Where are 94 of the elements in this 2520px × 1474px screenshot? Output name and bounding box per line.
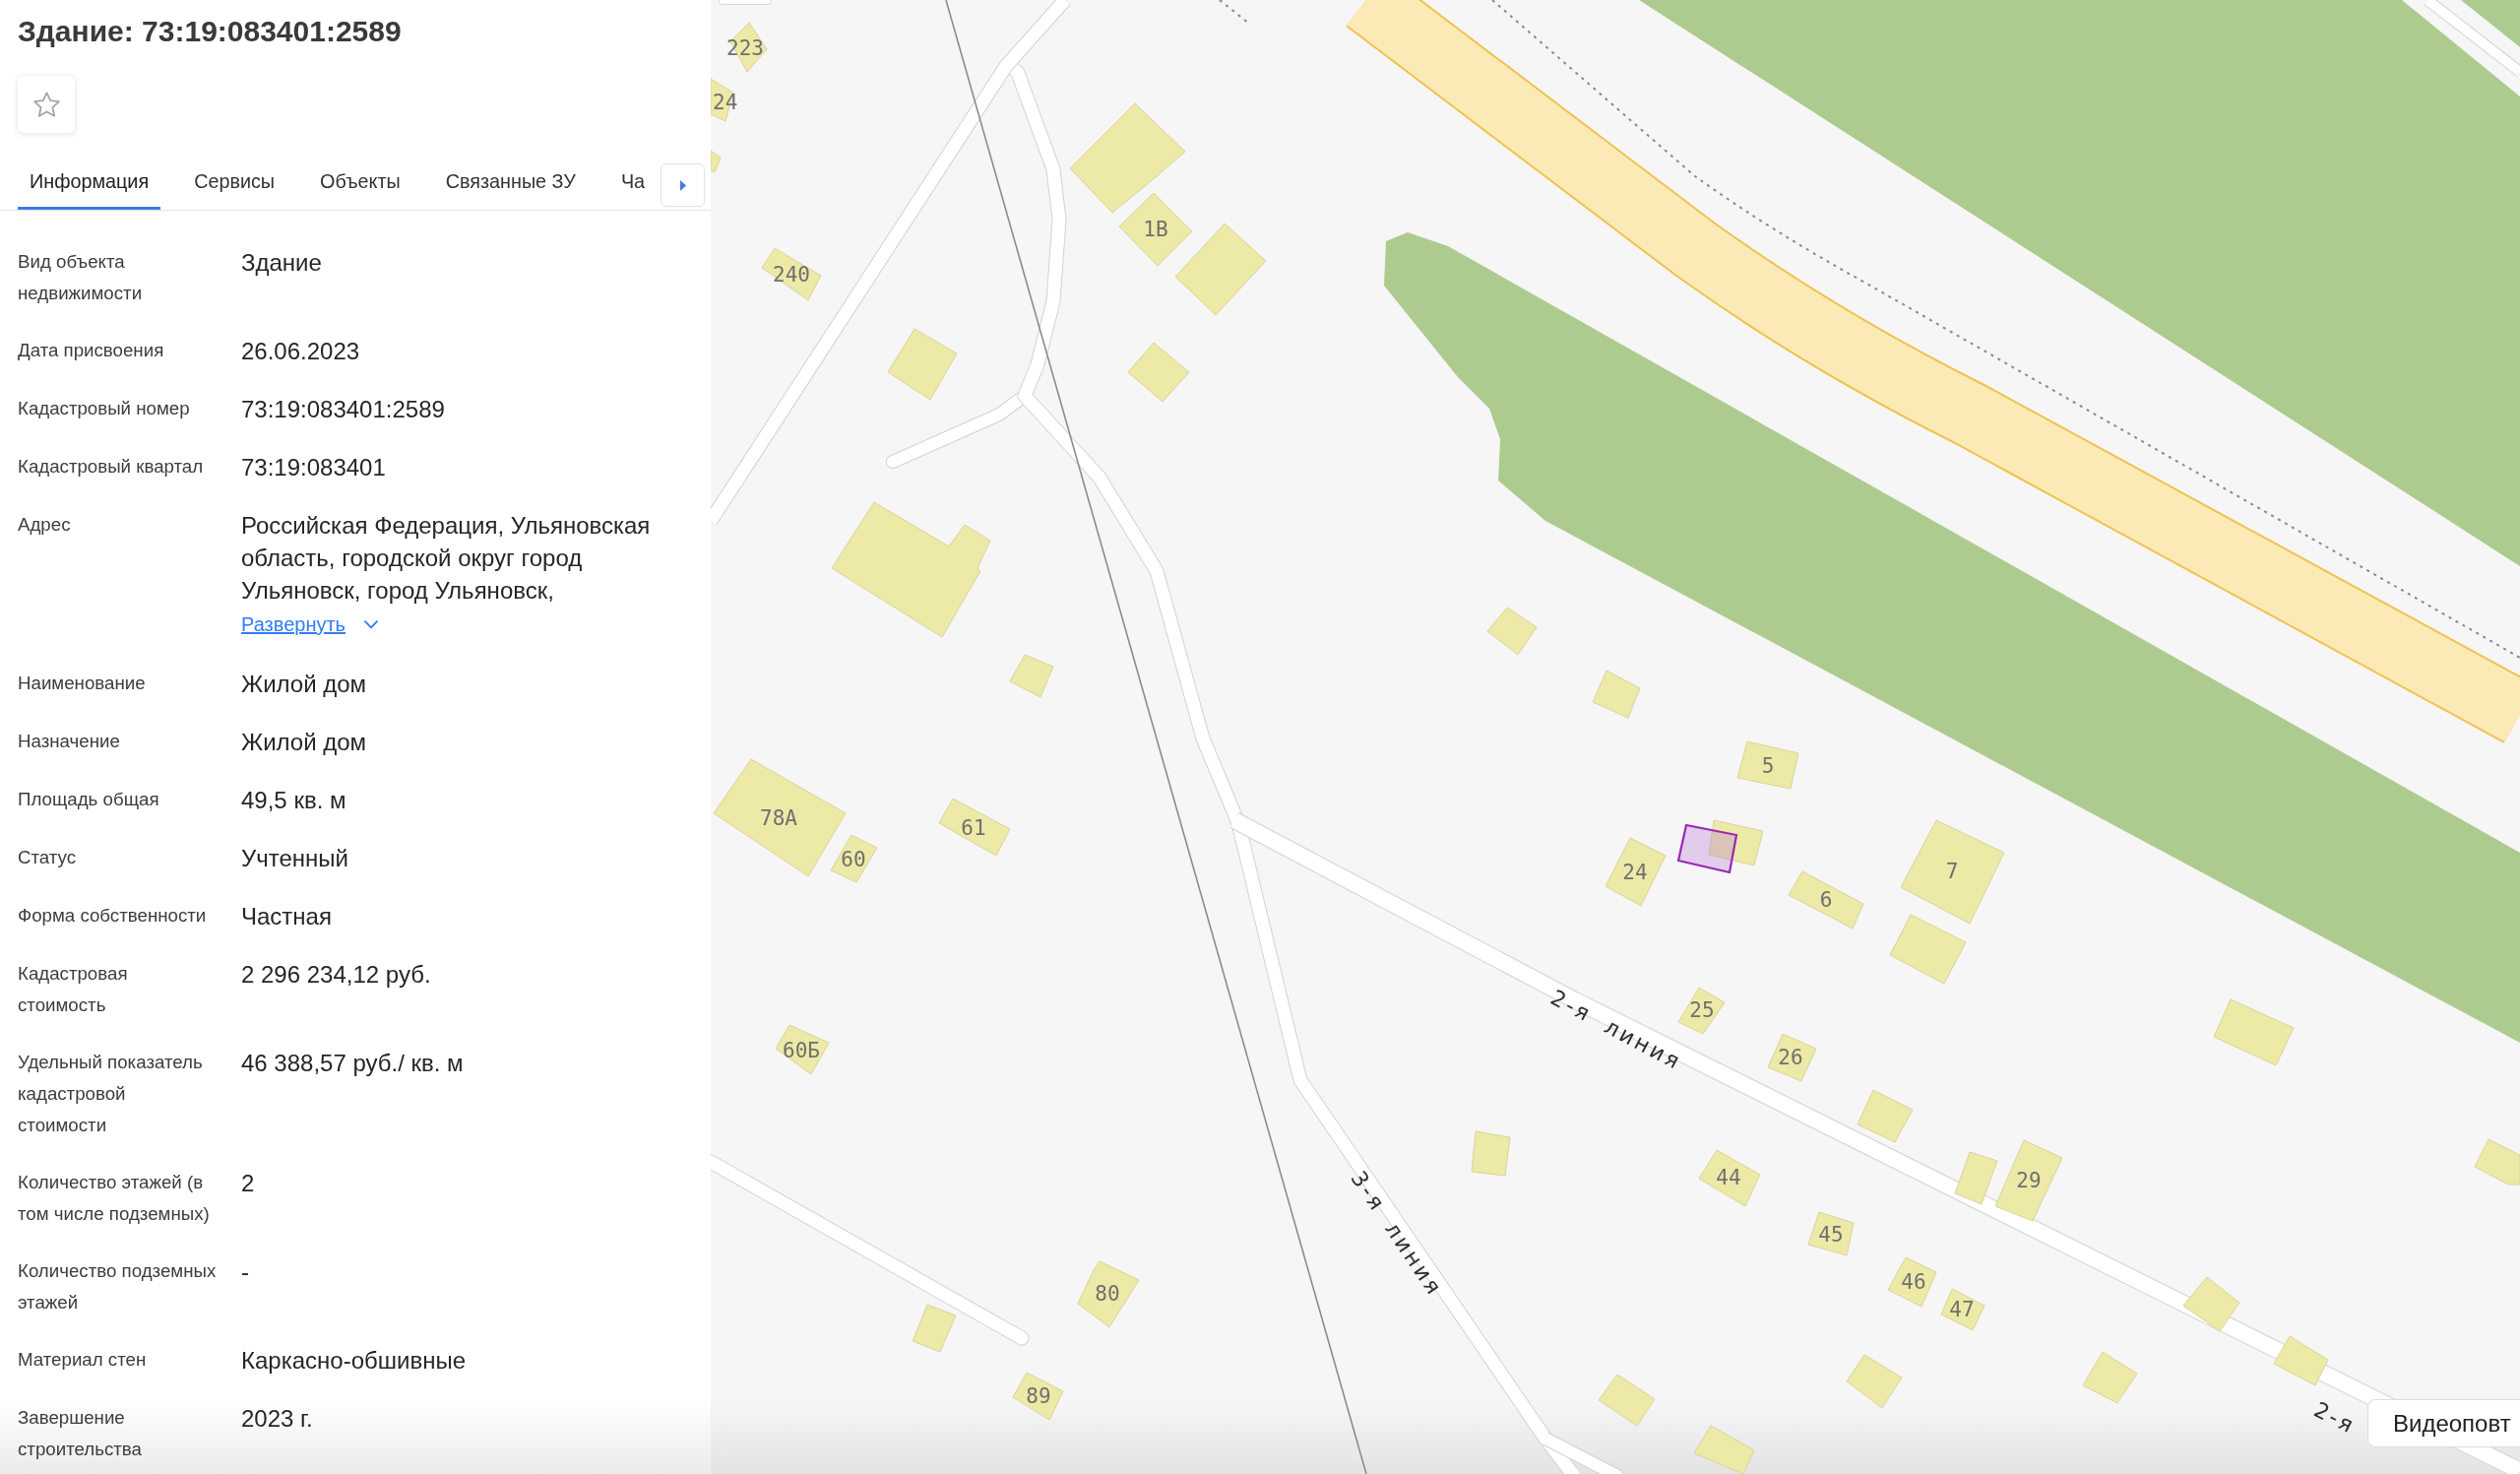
field-label: Количество этажей (в том числе подземных) (18, 1172, 210, 1224)
field-value: Каркасно-обшивные (241, 1347, 466, 1374)
street-name-label: 2-я (2309, 1396, 2361, 1440)
house-number-label: 7 (1945, 860, 1959, 883)
house-number-label: 60Б (783, 1039, 820, 1062)
house-number-label: 60 (841, 848, 866, 871)
building-footprint (1767, 1033, 1817, 1082)
field-value: 2 296 234,12 руб. (241, 961, 431, 988)
building-footprint (1077, 1260, 1140, 1328)
house-number-label: 47 (1949, 1298, 1975, 1321)
field-value: - (241, 1258, 249, 1285)
building-footprint (912, 1304, 957, 1353)
field-label: Адрес (18, 514, 71, 535)
field-label: Кадастровый номер (18, 398, 190, 418)
tab[interactable]: Ча (608, 163, 646, 210)
building-footprint (1736, 740, 1799, 790)
field-value: 2 (241, 1170, 255, 1196)
house-number-label: 44 (1716, 1166, 1741, 1189)
building-footprint (1940, 1288, 1985, 1331)
building-footprint (1012, 1372, 1064, 1421)
field-value: 73:19:083401 (241, 454, 386, 481)
house-number-label: 29 (2016, 1169, 2042, 1192)
building-footprint (1605, 837, 1667, 907)
favorite-button[interactable] (18, 76, 75, 133)
field-label: Площадь общая (18, 789, 159, 809)
building-footprint (1887, 1256, 1937, 1308)
tab[interactable]: Связанные ЗУ (433, 163, 588, 210)
house-number-label: 6 (1819, 888, 1833, 912)
field-label: Статус (18, 847, 77, 867)
house-number-label: 1В (1143, 218, 1168, 241)
field-value: 26.06.2023 (241, 338, 360, 364)
field-label: Наименование (18, 673, 146, 693)
field-label: Дата присвоения (18, 340, 164, 360)
house-number-label: 240 (773, 263, 810, 287)
building-footprint (775, 1024, 830, 1075)
building-footprint (1846, 1354, 1903, 1409)
tab[interactable]: Объекты (308, 163, 412, 210)
building-footprint (1592, 670, 1641, 719)
field-label: Материал стен (18, 1349, 147, 1370)
house-number-label: 5 (1761, 754, 1775, 778)
field-value: 2023 г. (241, 1405, 313, 1432)
field-value: Жилой дом (241, 729, 367, 755)
field-label: Назначение (18, 731, 120, 751)
selected-parcel (1676, 823, 1738, 874)
building-footprint (761, 247, 822, 301)
building-footprint (1693, 1425, 1755, 1474)
field-label: Завершение строительства (18, 1407, 142, 1459)
building-footprint (1471, 1130, 1511, 1177)
building-footprint (2474, 1138, 2520, 1186)
house-number-label: 78А (760, 806, 797, 830)
building-footprint (1857, 1089, 1914, 1143)
house-number-label: 45 (1818, 1223, 1844, 1247)
dashed-line (1219, 0, 1250, 25)
building-footprint (1708, 819, 1764, 866)
building-footprint (2082, 1351, 2138, 1404)
field-label: Кадастровая стоимость (18, 963, 128, 1015)
building-footprint (2273, 1335, 2329, 1386)
field-value: 46 388,57 руб./ кв. м (241, 1050, 464, 1076)
field-value: Учтенный (241, 845, 348, 871)
building-footprint (1698, 1149, 1761, 1207)
tooltip: Видеоповт (2367, 1399, 2520, 1447)
field-value: 49,5 кв. м (241, 787, 346, 813)
field-label: Удельный показатель кадастровой стоимости (18, 1052, 203, 1135)
building-footprint (2182, 1276, 2240, 1332)
field-value: Здание (241, 249, 322, 276)
tab[interactable]: Информация (18, 163, 161, 210)
field-label: Кадастровый квартал (18, 456, 204, 477)
house-number-label: 80 (1095, 1282, 1120, 1306)
field-value: 73:19:083401:2589 (241, 396, 445, 422)
building-footprint (1598, 1374, 1656, 1427)
field-value: Российская Федерация, Ульяновская область, городской округ город Ульяновск, город Ульяновск, (241, 512, 651, 604)
object-title: Здание: 73:19:083401:2589 (18, 14, 402, 49)
house-number-label: 89 (1026, 1384, 1051, 1408)
field-value: Частная (241, 903, 332, 929)
house-number-label: 46 (1901, 1270, 1926, 1294)
map-control-button[interactable] (719, 0, 772, 5)
chevron-down-icon[interactable] (364, 619, 378, 629)
building-footprint (1127, 342, 1190, 403)
tab[interactable]: Сервисы (182, 163, 287, 210)
field-value: Жилой дом (241, 671, 367, 697)
house-number-label: 61 (961, 816, 986, 840)
expand-link[interactable]: Развернуть (241, 612, 346, 636)
house-number-label: 26 (1778, 1046, 1803, 1069)
building-footprint (1677, 987, 1726, 1035)
field-label: Форма собственности (18, 905, 207, 926)
scroll-right-button[interactable] (661, 163, 705, 207)
house-number-label: 24 (1622, 861, 1648, 884)
field-label: Вид объекта недвижимости (18, 251, 143, 303)
building-footprint (1009, 654, 1054, 698)
building-footprint (1807, 1211, 1855, 1256)
field-label: Количество подземных этажей (18, 1260, 217, 1313)
building-footprint (1486, 607, 1538, 656)
caret-right-icon (679, 179, 686, 191)
house-number-label: 25 (1689, 998, 1715, 1022)
